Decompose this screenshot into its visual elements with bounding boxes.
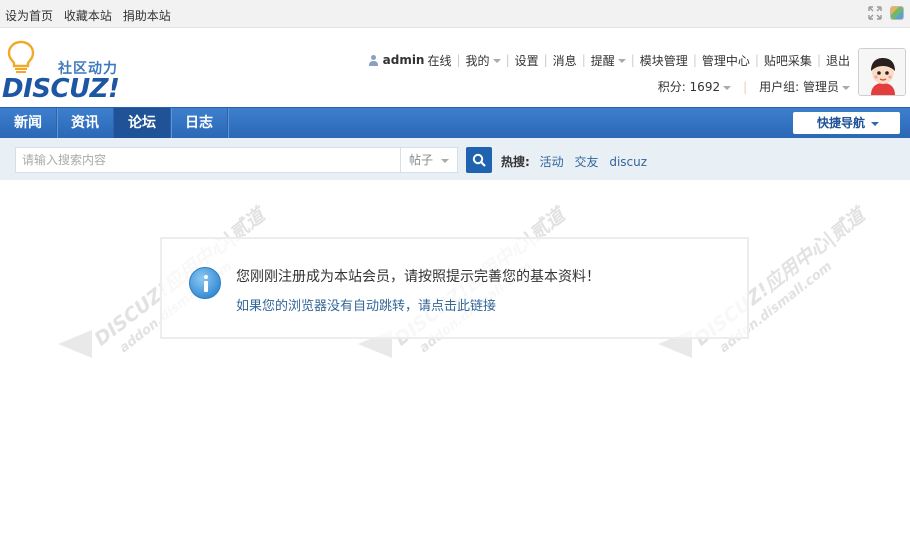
logo-wordmark: DISCUZ! (2, 74, 120, 104)
chevron-down-icon (842, 85, 850, 90)
watermark-arrow (58, 330, 92, 358)
chevron-down-icon (723, 85, 732, 90)
hot-search-label: 热搜: (501, 155, 530, 169)
fullscreen-icon[interactable] (868, 6, 882, 20)
nav-item-forum[interactable]: 论坛 (114, 108, 171, 138)
search-icon (472, 153, 486, 167)
points-menu[interactable]: 积分: 1692 (658, 78, 732, 95)
top-toolbar: 设为首页 收藏本站 捐助本站 (0, 0, 910, 28)
nav-item-info[interactable]: 资讯 (57, 108, 114, 138)
search-input[interactable]: 请输入搜索内容 (15, 147, 401, 173)
settings-link[interactable]: 设置 (515, 52, 539, 69)
hot-keyword[interactable]: 交友 (574, 155, 598, 169)
online-status: 在线 (427, 53, 452, 68)
set-homepage-link[interactable]: 设为首页 (5, 9, 53, 23)
hot-search: 热搜: 活动 交友 discuz (501, 153, 654, 170)
module-admin-link[interactable]: 模块管理 (640, 52, 688, 69)
theme-switch-icon[interactable] (890, 6, 904, 20)
chevron-down-icon (492, 59, 501, 63)
notifications-menu[interactable]: 提醒 (591, 52, 626, 69)
user-icon (368, 54, 379, 66)
search-button[interactable] (466, 147, 492, 173)
redirect-link[interactable]: 如果您的浏览器没有自动跳转，请点击此链接 (236, 295, 496, 314)
bookmark-link[interactable]: 收藏本站 (64, 9, 112, 23)
tieba-collect-link[interactable]: 贴吧采集 (764, 52, 812, 69)
notice-box: 您刚刚注册成为本站会员，请按照提示完善您的基本资料！ 如果您的浏览器没有自动跳转… (160, 237, 749, 339)
usergroup-menu[interactable]: 用户组: 管理员 (759, 78, 850, 95)
nav-item-blog[interactable]: 日志 (171, 108, 228, 138)
top-links: 设为首页 收藏本站 捐助本站 (5, 7, 178, 24)
main-nav: 新闻 资讯 论坛 日志 快捷导航 (0, 107, 910, 138)
messages-link[interactable]: 消息 (553, 52, 577, 69)
user-menu: admin 在线 | 我的 | 设置 | 消息 | 提醒 | 模块管理 | 管理… (368, 52, 850, 95)
quick-nav-button[interactable]: 快捷导航 (793, 112, 900, 134)
avatar[interactable] (858, 48, 906, 96)
donate-link[interactable]: 捐助本站 (123, 9, 171, 23)
nav-item-news[interactable]: 新闻 (0, 108, 57, 138)
info-icon (189, 267, 221, 299)
top-tools (868, 6, 904, 20)
lightbulb-icon (7, 40, 35, 73)
site-logo[interactable]: 社区动力 DISCUZ! (0, 37, 130, 104)
admin-center-link[interactable]: 管理中心 (702, 52, 750, 69)
chevron-down-icon (871, 121, 880, 126)
search-bar: 请输入搜索内容 帖子 热搜: 活动 交友 discuz (0, 138, 910, 180)
username-link[interactable]: admin (383, 53, 425, 67)
chevron-down-icon (441, 158, 450, 163)
header: 社区动力 DISCUZ! admin 在线 | 我的 | 设置 | 消息 | 提… (0, 29, 910, 107)
chevron-down-icon (617, 59, 626, 63)
search-type-select[interactable]: 帖子 (401, 147, 458, 173)
hot-keyword[interactable]: discuz (609, 155, 647, 169)
hot-keyword[interactable]: 活动 (540, 155, 564, 169)
notice-message: 您刚刚注册成为本站会员，请按照提示完善您的基本资料！ (236, 269, 600, 285)
logout-link[interactable]: 退出 (826, 52, 850, 69)
my-menu[interactable]: 我的 (466, 52, 501, 69)
